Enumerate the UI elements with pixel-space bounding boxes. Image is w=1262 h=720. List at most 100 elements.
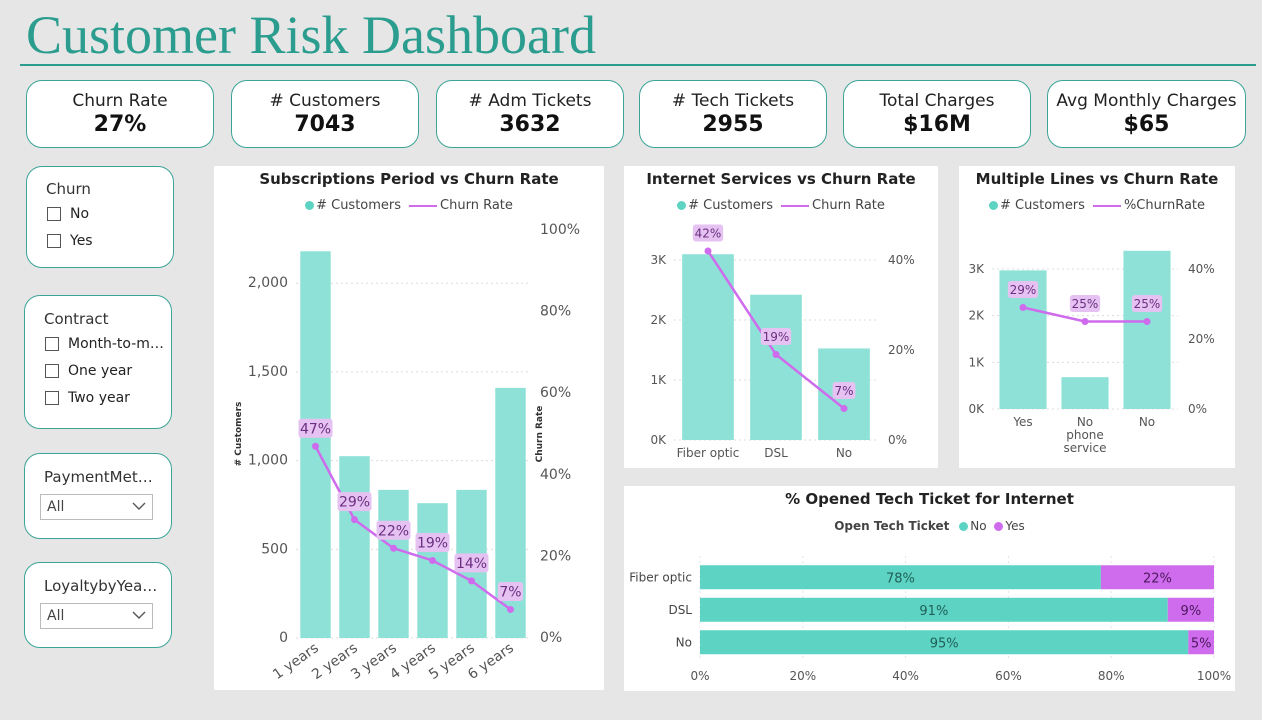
x-tick-label: No <box>836 446 852 460</box>
page-title: Customer Risk Dashboard <box>26 5 596 65</box>
y-tick-label: 2K <box>968 309 985 323</box>
y2-tick-label: 60% <box>540 385 571 401</box>
y2-tick-label: 20% <box>540 548 571 564</box>
checkbox-icon[interactable] <box>45 364 59 378</box>
contract-option-two-year[interactable]: Two year <box>45 390 130 406</box>
y2-tick-label: 40% <box>1188 262 1215 276</box>
y-tick-label: 500 <box>261 541 288 557</box>
x-tick-label: Yes <box>1012 415 1032 429</box>
option-label: One year <box>68 363 133 379</box>
data-label: 5% <box>1191 636 1212 651</box>
bar-customers <box>339 456 370 638</box>
data-label: 25% <box>1134 297 1161 311</box>
slicer-title: PaymentMet… <box>44 468 153 486</box>
y2-tick-label: 80% <box>540 304 571 320</box>
churn-rate-point <box>312 442 319 450</box>
multiple-lines-chart: 0K1K2K3K0%20%40%Yes NophoneserviceNo29%25… <box>968 250 1215 455</box>
data-label: 42% <box>695 226 722 240</box>
data-label: 78% <box>886 571 915 586</box>
contract-option-month-to-month[interactable]: Month-to-m… <box>45 336 164 352</box>
y-tick-label: 3K <box>650 253 667 267</box>
kpi-card-customers[interactable]: # Customers 7043 <box>231 80 419 148</box>
bar-customers <box>378 489 409 638</box>
y2-tick-label: 40% <box>540 467 571 483</box>
option-label: Month-to-m… <box>68 336 164 352</box>
contract-option-one-year[interactable]: One year <box>45 363 132 379</box>
kpi-card-churn-rate[interactable]: Churn Rate 27% <box>26 80 214 148</box>
slicer-title: Contract <box>44 310 109 328</box>
dropdown-value: All <box>47 608 65 624</box>
checkbox-icon[interactable] <box>45 391 59 405</box>
kpi-value: 27% <box>93 112 147 137</box>
kpi-value: $16M <box>903 112 971 137</box>
y-tick-label: 2,000 <box>248 275 288 291</box>
x-tick-label: 0% <box>690 669 709 683</box>
kpi-card-total-charges[interactable]: Total Charges $16M <box>843 80 1031 148</box>
churn-option-yes[interactable]: Yes <box>47 233 93 249</box>
kpi-card-avg-monthly-charges[interactable]: Avg Monthly Charges $65 <box>1047 80 1246 148</box>
payment-method-dropdown[interactable]: All <box>40 494 153 520</box>
y-tick-label: 0K <box>968 402 985 416</box>
data-label: 7% <box>834 384 853 398</box>
bar-customers <box>1123 250 1171 409</box>
kpi-label: Avg Monthly Charges <box>1056 91 1237 111</box>
y-axis-title: # Customers <box>234 402 244 467</box>
churn-rate-point <box>772 351 780 358</box>
kpi-card-tech-tickets[interactable]: # Tech Tickets 2955 <box>639 80 827 148</box>
y-tick-label: 1,000 <box>248 453 288 469</box>
y-tick-label: DSL <box>668 603 692 617</box>
checkbox-icon[interactable] <box>45 337 59 351</box>
y2-axis-title: Churn Rate <box>535 406 545 463</box>
y2-tick-label: 0% <box>1188 402 1207 416</box>
checkbox-icon[interactable] <box>47 234 61 248</box>
y-tick-label: 0 <box>279 630 288 646</box>
kpi-value: 3632 <box>499 112 561 137</box>
data-label: 47% <box>300 421 331 437</box>
loyalty-by-year-dropdown[interactable]: All <box>40 603 153 629</box>
data-label: 19% <box>417 536 448 552</box>
churn-rate-point <box>704 247 712 255</box>
x-tick-label: phone <box>1066 428 1104 442</box>
dropdown-value: All <box>47 499 65 515</box>
kpi-value: 7043 <box>294 112 356 137</box>
churn-option-no[interactable]: No <box>47 206 89 222</box>
data-label: 29% <box>1010 283 1037 297</box>
churn-rate-point <box>390 544 397 552</box>
bar-customers <box>417 503 448 638</box>
kpi-label: Total Charges <box>879 91 995 111</box>
x-tick-label: 20% <box>789 669 816 683</box>
title-divider <box>20 64 1256 66</box>
loyalty-by-year-slicer: LoyaltybyYea… All <box>24 562 172 648</box>
slicer-title: Churn <box>46 180 91 198</box>
multiple-lines-chart-panel: Multiple Lines vs Churn Rate # Customers… <box>959 166 1235 468</box>
checkbox-icon[interactable] <box>47 207 61 221</box>
x-tick-label: No <box>1139 415 1155 429</box>
y-tick-label: 2K <box>650 313 667 327</box>
data-label: 91% <box>919 604 948 619</box>
churn-rate-point <box>1019 304 1027 311</box>
tech-ticket-chart-panel: % Opened Tech Ticket for Internet Open T… <box>624 486 1235 691</box>
churn-rate-point <box>429 556 436 564</box>
data-label: 25% <box>1072 297 1099 311</box>
y-tick-label: Fiber optic <box>629 570 692 584</box>
kpi-label: Churn Rate <box>72 91 168 111</box>
x-tick-label: 60% <box>995 669 1022 683</box>
y-tick-label: 3K <box>968 262 985 276</box>
churn-rate-point <box>1081 318 1089 325</box>
payment-method-slicer: PaymentMet… All <box>24 453 172 539</box>
y2-tick-label: 20% <box>888 343 915 357</box>
option-label: Yes <box>70 233 93 249</box>
bar-customers <box>1061 377 1109 409</box>
option-label: No <box>70 206 90 222</box>
x-tick-label: DSL <box>764 446 788 460</box>
data-label: 29% <box>339 495 370 511</box>
kpi-card-adm-tickets[interactable]: # Adm Tickets 3632 <box>436 80 624 148</box>
bar-customers <box>682 254 734 440</box>
y-tick-label: 0K <box>650 433 667 447</box>
kpi-value: 2955 <box>702 112 764 137</box>
chevron-down-icon <box>132 502 146 510</box>
churn-rate-point <box>507 605 514 613</box>
kpi-value: $65 <box>1123 112 1170 137</box>
subscriptions-chart: 05001,0001,5002,0000%20%40%60%80%100%1 y… <box>234 222 580 683</box>
tech-ticket-chart: 0% 20% 40% 60% 80% 100% Fiber optic 78% 22% DSL 91… <box>629 556 1231 683</box>
